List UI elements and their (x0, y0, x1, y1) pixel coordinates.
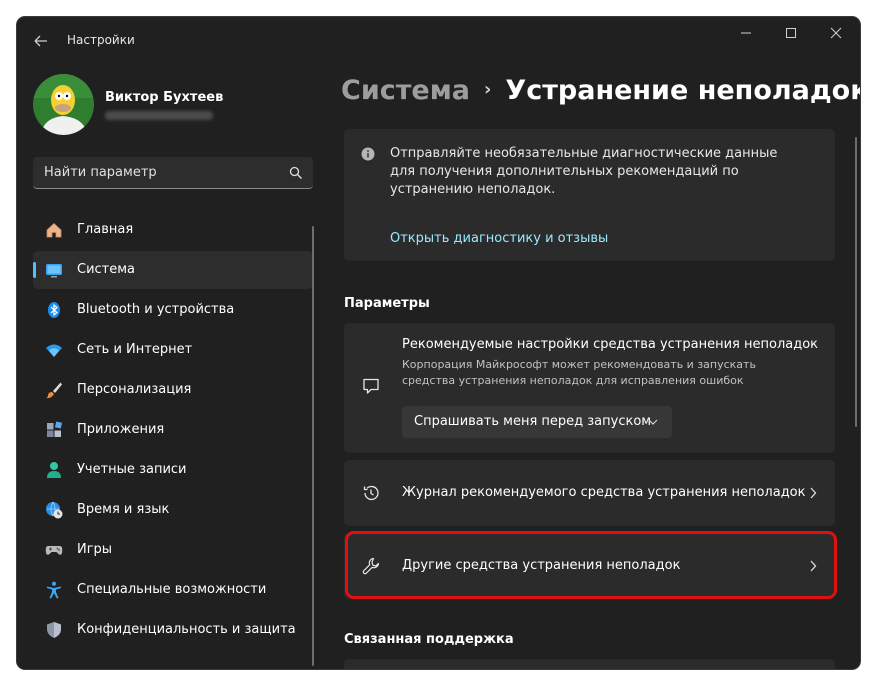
user-icon (47, 462, 61, 478)
avatar-image (33, 74, 94, 135)
back-arrow-icon (34, 35, 47, 47)
accessibility-icon (47, 581, 61, 599)
breadcrumb-parent[interactable]: Система (341, 75, 470, 106)
sidebar-item-label: Учетные записи (77, 462, 187, 477)
app-title: Настройки (67, 33, 135, 47)
sidebar-item-label: Bluetooth и устройства (77, 302, 235, 317)
dropdown-value: Спрашивать меня перед запуском (414, 414, 652, 429)
globe-clock-icon (46, 501, 63, 519)
related-support-card[interactable] (344, 659, 835, 669)
title-bar: Настройки (17, 17, 860, 65)
troubleshooter-history-row[interactable]: Журнал рекомендуемого средства устранени… (344, 460, 835, 526)
home-icon (46, 222, 62, 238)
history-icon (363, 485, 379, 501)
avatar[interactable] (33, 74, 94, 135)
recommended-description: Корпорация Майкрософт может рекомендоват… (402, 358, 756, 387)
search-box[interactable]: Найти параметр (33, 157, 313, 189)
content-scrollbar[interactable] (855, 137, 857, 427)
chevron-down-icon (648, 419, 658, 425)
info-text: Отправляйте необязательные диагностическ… (390, 146, 778, 197)
brush-icon (46, 382, 62, 399)
close-button[interactable] (814, 23, 858, 43)
sidebar-nav: Главная Система Bluetooth и устройства С… (33, 211, 313, 651)
sidebar-item-home[interactable]: Главная (33, 211, 313, 249)
section-title-params: Параметры (344, 296, 430, 311)
recommended-settings-card: Рекомендуемые настройки средства устране… (344, 323, 835, 453)
sidebar-item-label: Время и язык (77, 502, 170, 517)
sidebar-item-network[interactable]: Сеть и Интернет (33, 331, 313, 369)
sidebar-item-label: Сеть и Интернет (77, 342, 193, 357)
sidebar-item-label: Персонализация (77, 382, 192, 397)
search-icon[interactable] (289, 166, 303, 180)
diagnostics-info-card: Отправляйте необязательные диагностическ… (344, 129, 835, 261)
sidebar-item-apps[interactable]: Приложения (33, 411, 313, 449)
diagnostics-feedback-link[interactable]: Открыть диагностику и отзывы (390, 231, 608, 246)
section-title-related: Связанная поддержка (344, 632, 514, 647)
sidebar-scrollbar[interactable] (312, 226, 314, 666)
page-title: Устранение неполадок (505, 75, 860, 106)
settings-window: Настройки Виктор Бухтеев Найти параметр (17, 17, 860, 669)
minimize-icon (741, 32, 751, 34)
sidebar-item-label: Главная (77, 222, 134, 237)
history-label: Журнал рекомендуемого средства устранени… (402, 485, 806, 500)
sidebar-item-label: Приложения (77, 422, 165, 437)
sidebar-item-accessibility[interactable]: Специальные возможности (33, 571, 313, 609)
system-display-icon (46, 264, 62, 278)
maximize-icon (786, 28, 796, 38)
minimize-button[interactable] (724, 23, 768, 43)
shield-icon (47, 622, 61, 638)
chat-bubble-icon (363, 378, 379, 394)
close-icon (830, 27, 842, 39)
sidebar-item-privacy[interactable]: Конфиденциальность и защита (33, 611, 313, 649)
sidebar-item-time-language[interactable]: Время и язык (33, 491, 313, 529)
bluetooth-icon (48, 302, 60, 318)
sidebar-item-label: Игры (77, 542, 113, 557)
sidebar-item-label: Система (77, 262, 136, 277)
gamepad-icon (45, 546, 63, 555)
user-email-blurred (105, 111, 213, 120)
breadcrumb: Система › Устранение неполадок (341, 75, 860, 106)
sidebar-item-gaming[interactable]: Игры (33, 531, 313, 569)
troubleshooter-mode-dropdown[interactable]: Спрашивать меня перед запуском (402, 406, 672, 438)
sidebar-item-personalization[interactable]: Персонализация (33, 371, 313, 409)
maximize-button[interactable] (769, 23, 813, 43)
sidebar-item-label: Конфиденциальность и защита (77, 622, 296, 637)
search-input[interactable]: Найти параметр (44, 165, 157, 180)
wifi-icon (46, 344, 62, 357)
sidebar-item-bluetooth[interactable]: Bluetooth и устройства (33, 291, 313, 329)
breadcrumb-separator: › (484, 79, 492, 100)
red-highlight-frame (345, 531, 837, 599)
info-icon (361, 147, 375, 161)
user-name: Виктор Бухтеев (105, 90, 224, 105)
sidebar-item-accounts[interactable]: Учетные записи (33, 451, 313, 489)
sidebar-item-system[interactable]: Система (33, 251, 313, 289)
sidebar-item-label: Специальные возможности (77, 582, 267, 597)
apps-icon (47, 421, 63, 437)
recommended-title: Рекомендуемые настройки средства устране… (402, 337, 819, 352)
chevron-right-icon (810, 487, 817, 499)
back-button[interactable] (27, 29, 55, 53)
